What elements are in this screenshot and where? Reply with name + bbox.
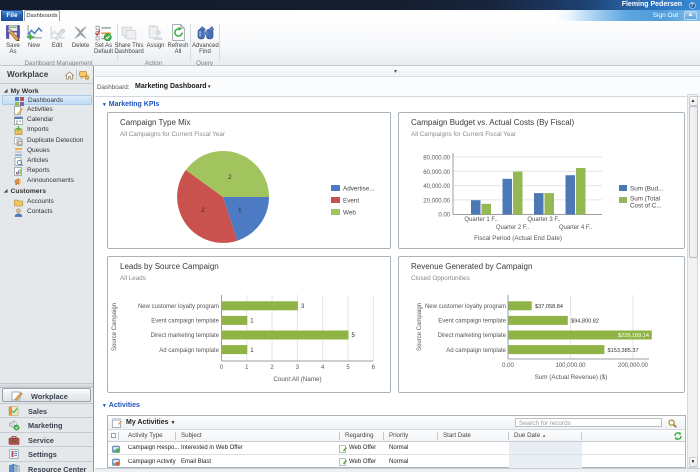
svg-text:Sum (Actual Revenue) ($): Sum (Actual Revenue) ($) [535,374,608,381]
svg-text:New customer loyalty program: New customer loyalty program [425,304,506,310]
svg-text:6: 6 [372,365,376,371]
svg-text:Event: Event [343,198,359,205]
svg-text:Source Campaign: Source Campaign [112,303,118,351]
svg-text:Sum (Total: Sum (Total [630,196,660,203]
svg-text:3: 3 [296,365,300,371]
svg-text:Cost of C...: Cost of C... [630,203,662,210]
svg-text:1: 1 [250,348,254,354]
svg-text:3: 3 [301,304,305,310]
svg-text:60,000.00: 60,000.00 [423,170,450,176]
svg-text:Direct marketing template: Direct marketing template [438,333,507,339]
svg-text:200,000.00: 200,000.00 [618,363,649,369]
svg-text:Direct marketing template: Direct marketing template [151,333,220,339]
svg-text:5: 5 [352,333,356,339]
svg-text:40,000.00: 40,000.00 [423,184,450,190]
svg-text:1: 1 [250,319,254,325]
svg-text:Ad campaign template: Ad campaign template [159,348,219,354]
svg-text:$37,058.84: $37,058.84 [535,304,563,310]
svg-text:Quarter 4 F..: Quarter 4 F.. [559,225,593,231]
svg-text:20,000.00: 20,000.00 [423,198,450,204]
svg-text:100,000.00: 100,000.00 [555,363,586,369]
svg-text:4: 4 [321,365,325,371]
svg-text:0.00: 0.00 [502,363,514,369]
svg-text:2: 2 [270,365,274,371]
svg-text:Source Campaign: Source Campaign [417,303,423,351]
svg-text:$229,189.14: $229,189.14 [618,333,649,339]
svg-text:New customer loyalty program: New customer loyalty program [138,304,219,310]
svg-text:Event campaign template: Event campaign template [438,319,506,325]
svg-text:Sum (Bud...: Sum (Bud... [630,186,663,193]
svg-text:Quarter 3 F..: Quarter 3 F.. [527,217,561,223]
svg-text:Advertise...: Advertise... [343,186,375,193]
svg-text:Fiscal Period (Actual End Date: Fiscal Period (Actual End Date) [474,235,562,242]
svg-text:Quarter 1 F..: Quarter 1 F.. [464,217,498,223]
svg-text:80,000.00: 80,000.00 [423,156,450,162]
svg-text:Quarter 2 F..: Quarter 2 F.. [496,225,530,231]
svg-text:$153,385.37: $153,385.37 [608,348,639,354]
svg-text:Event campaign template: Event campaign template [151,319,219,325]
svg-text:5: 5 [346,365,350,371]
svg-text:Web: Web [343,210,356,217]
svg-text:1: 1 [238,207,242,214]
svg-text:2: 2 [201,207,205,214]
svg-text:Ad campaign template: Ad campaign template [446,348,506,354]
svg-text:0.00: 0.00 [438,213,450,219]
svg-text:2: 2 [228,174,232,181]
svg-text:1: 1 [245,365,249,371]
svg-text:$94,800.82: $94,800.82 [571,319,599,325]
svg-text:Count:All (Name): Count:All (Name) [273,376,321,383]
svg-text:0: 0 [220,365,224,371]
